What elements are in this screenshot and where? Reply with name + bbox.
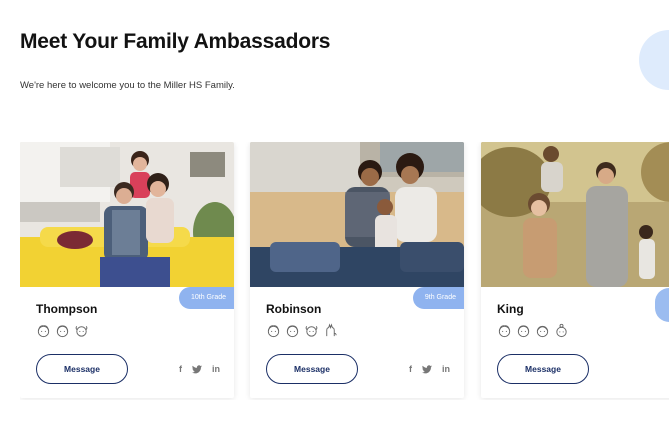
twitter-icon[interactable] <box>192 364 202 374</box>
grade-badge: 9th Grade <box>412 287 464 309</box>
family-members <box>36 323 89 338</box>
page-title: Meet Your Family Ambassadors <box>20 30 331 53</box>
social-links: f in <box>179 364 220 374</box>
family-members <box>497 323 569 338</box>
adult-icon <box>267 325 280 338</box>
family-name: King <box>497 302 524 316</box>
family-members <box>266 323 338 338</box>
adult-icon <box>37 325 50 338</box>
ambassador-card-king: King Message f <box>481 142 669 398</box>
adult-icon <box>536 325 549 338</box>
family-name: Robinson <box>266 302 322 316</box>
ambassador-card-thompson: 10th Grade Thompson Message f in <box>20 142 234 398</box>
family-photo <box>481 142 669 287</box>
family-name: Thompson <box>36 302 98 316</box>
twitter-icon[interactable] <box>422 364 432 374</box>
adult-icon <box>286 325 299 338</box>
grade-badge: 10th Grade <box>178 287 234 309</box>
adult-icon <box>517 325 530 338</box>
child-icon <box>556 323 567 338</box>
child-icon <box>305 325 318 337</box>
child-icon <box>75 325 88 337</box>
message-button[interactable]: Message <box>36 354 128 384</box>
ambassador-card-carousel: 10th Grade Thompson Message f in 9th Gra… <box>20 142 669 400</box>
family-photo <box>250 142 464 287</box>
ambassador-card-robinson: 9th Grade Robinson Message f in <box>250 142 464 398</box>
linkedin-icon[interactable]: in <box>212 364 220 374</box>
message-button[interactable]: Message <box>497 354 589 384</box>
linkedin-icon[interactable]: in <box>442 364 450 374</box>
message-button[interactable]: Message <box>266 354 358 384</box>
facebook-icon[interactable]: f <box>409 364 412 374</box>
page-subtitle: We're here to welcome you to the Miller … <box>20 80 235 91</box>
adult-icon <box>56 325 69 338</box>
social-links: f in <box>409 364 450 374</box>
facebook-icon[interactable]: f <box>179 364 182 374</box>
decorative-blob <box>639 30 669 90</box>
family-photo <box>20 142 234 287</box>
pet-icon <box>326 323 337 337</box>
adult-icon <box>498 325 511 338</box>
